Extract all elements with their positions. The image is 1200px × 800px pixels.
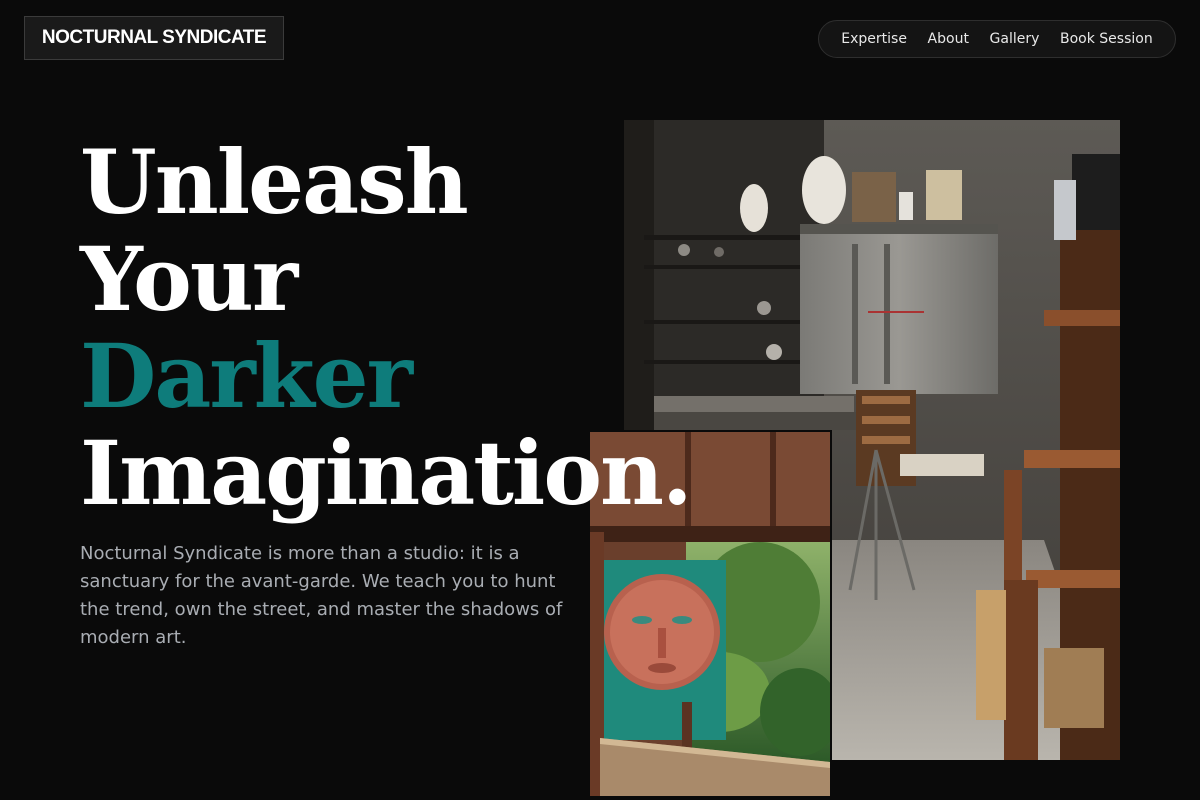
main-nav: Expertise About Gallery Book Session xyxy=(818,20,1176,58)
hero-title: Unleash Your Darker Imagination. xyxy=(80,130,693,525)
nav-link-gallery[interactable]: Gallery xyxy=(990,31,1040,47)
hero-description: Nocturnal Syndicate is more than a studi… xyxy=(80,543,563,648)
hero-title-line-2: Your xyxy=(80,227,298,331)
nav-link-about[interactable]: About xyxy=(928,31,969,47)
hero-title-line-4: Imagination. xyxy=(80,421,693,525)
hero-title-line-1: Unleash xyxy=(80,130,469,234)
brand-logo[interactable]: NOCTURNAL SYNDICATE xyxy=(24,16,284,60)
nav-link-book-session[interactable]: Book Session xyxy=(1060,31,1153,47)
nav-link-expertise[interactable]: Expertise xyxy=(841,31,907,47)
hero-title-line-3-accent: Darker xyxy=(80,324,413,428)
